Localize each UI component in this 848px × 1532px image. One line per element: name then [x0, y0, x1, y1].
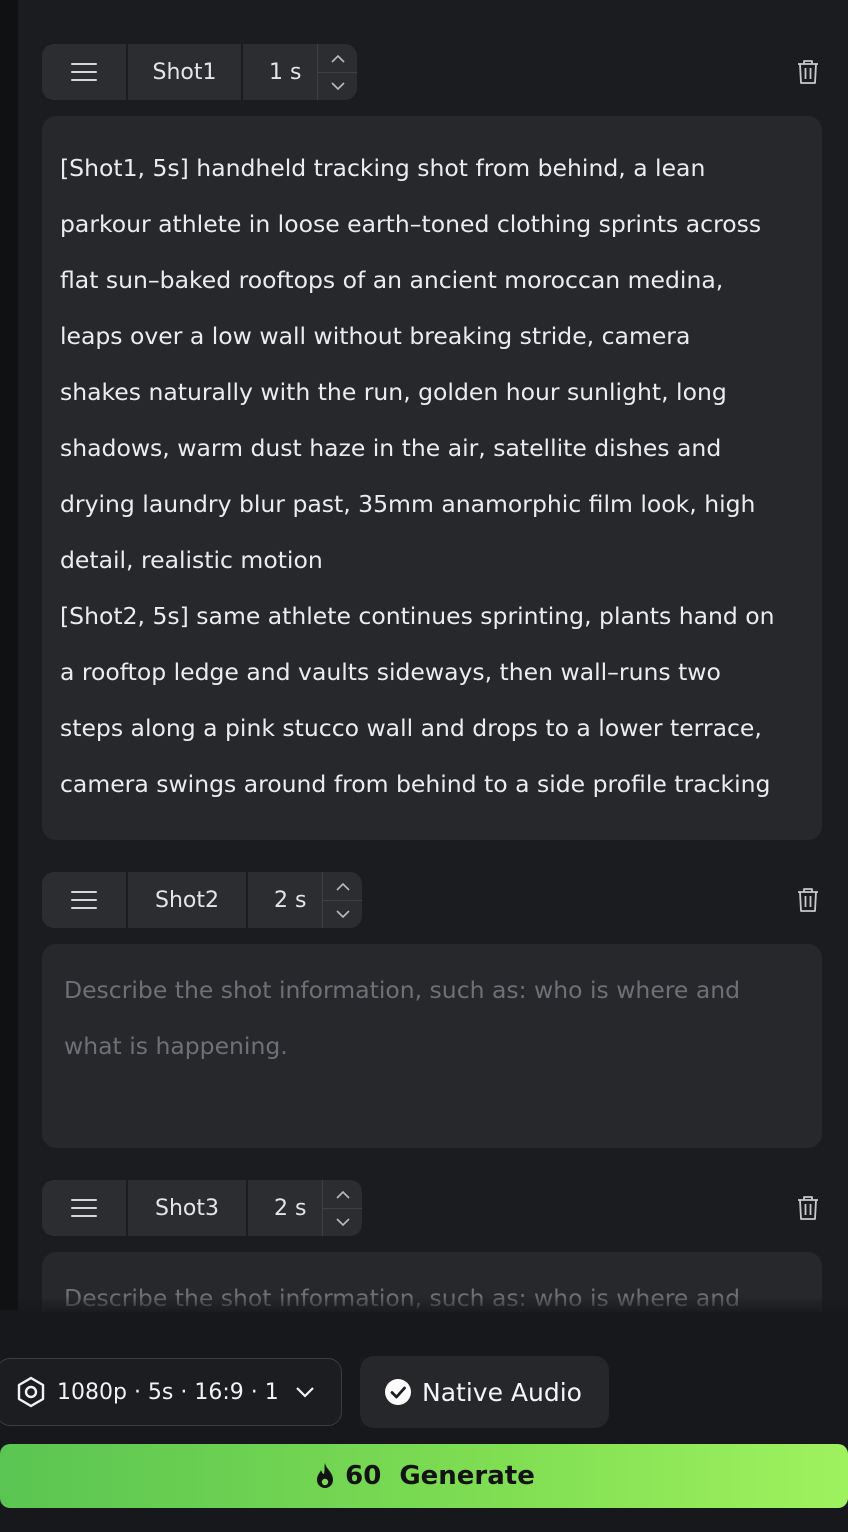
duration-stepper[interactable]: 1 s	[243, 44, 357, 100]
hamburger-icon	[71, 891, 97, 909]
chevron-up-icon	[335, 1190, 350, 1199]
chevron-down-icon	[335, 1218, 350, 1227]
drag-handle[interactable]	[42, 44, 126, 100]
drag-handle[interactable]	[42, 1180, 126, 1236]
duration-value: 2 s	[274, 887, 307, 913]
left-panel-edge	[0, 0, 18, 1310]
shot-header-3: Shot3 2 s	[42, 1180, 822, 1236]
generate-label: Generate	[399, 1461, 535, 1491]
shot-header-1: Shot1 1 s	[42, 44, 822, 100]
credit-cost: 60	[345, 1461, 382, 1491]
increment-button[interactable]	[323, 1180, 362, 1208]
shot-description-placeholder: Describe the shot information, such as: …	[64, 976, 741, 1060]
shot-description-2[interactable]: Describe the shot information, such as: …	[42, 944, 822, 1148]
delete-shot-button[interactable]	[794, 1194, 822, 1222]
native-audio-toggle[interactable]: Native Audio	[360, 1356, 609, 1428]
stepper-controls	[322, 872, 362, 928]
decrement-button[interactable]	[323, 900, 362, 928]
shot-list[interactable]: Shot1 1 s [Shot1, 5s] handheld tracking …	[18, 0, 848, 1312]
stepper-controls	[317, 44, 357, 100]
hamburger-icon	[71, 63, 97, 81]
duration-value: 1 s	[269, 59, 302, 85]
video-settings-button[interactable]: 1080p · 5s · 16:9 · 1	[0, 1358, 342, 1426]
duration-value: 2 s	[274, 1195, 307, 1221]
shot-name[interactable]: Shot3	[128, 1180, 246, 1236]
flame-icon	[313, 1462, 337, 1490]
trash-icon	[798, 888, 818, 912]
drag-handle[interactable]	[42, 872, 126, 928]
stepper-controls	[322, 1180, 362, 1236]
video-settings-summary: 1080p · 5s · 16:9 · 1	[57, 1379, 279, 1405]
shot-description-3[interactable]: Describe the shot information, such as: …	[42, 1252, 822, 1312]
check-circle-icon	[384, 1378, 412, 1406]
shot-name[interactable]: Shot1	[128, 44, 241, 100]
chevron-down-icon	[330, 82, 345, 91]
trash-icon	[798, 1196, 818, 1220]
duration-stepper[interactable]: 2 s	[248, 1180, 362, 1236]
shot-description-1[interactable]: [Shot1, 5s] handheld tracking shot from …	[42, 116, 822, 840]
decrement-button[interactable]	[318, 72, 357, 100]
shot-description-text[interactable]: [Shot1, 5s] handheld tracking shot from …	[60, 140, 804, 812]
delete-shot-button[interactable]	[794, 886, 822, 914]
duration-stepper[interactable]: 2 s	[248, 872, 362, 928]
hamburger-icon	[71, 1199, 97, 1217]
generation-toolbar: 1080p · 5s · 16:9 · 1 Native Audio 60 Ge…	[0, 1312, 848, 1532]
native-audio-label: Native Audio	[422, 1377, 582, 1407]
chevron-up-icon	[330, 54, 345, 63]
chevron-up-icon	[335, 882, 350, 891]
shot-header-2: Shot2 2 s	[42, 872, 822, 928]
generate-button[interactable]: 60 Generate	[0, 1444, 848, 1508]
shot-description-placeholder: Describe the shot information, such as: …	[64, 1284, 741, 1312]
increment-button[interactable]	[323, 872, 362, 900]
trash-icon	[798, 60, 818, 84]
increment-button[interactable]	[318, 44, 357, 72]
decrement-button[interactable]	[323, 1208, 362, 1236]
delete-shot-button[interactable]	[794, 58, 822, 86]
shot-name[interactable]: Shot2	[128, 872, 246, 928]
hexagon-settings-icon	[15, 1376, 47, 1408]
chevron-down-icon	[295, 1386, 315, 1398]
chevron-down-icon	[335, 910, 350, 919]
